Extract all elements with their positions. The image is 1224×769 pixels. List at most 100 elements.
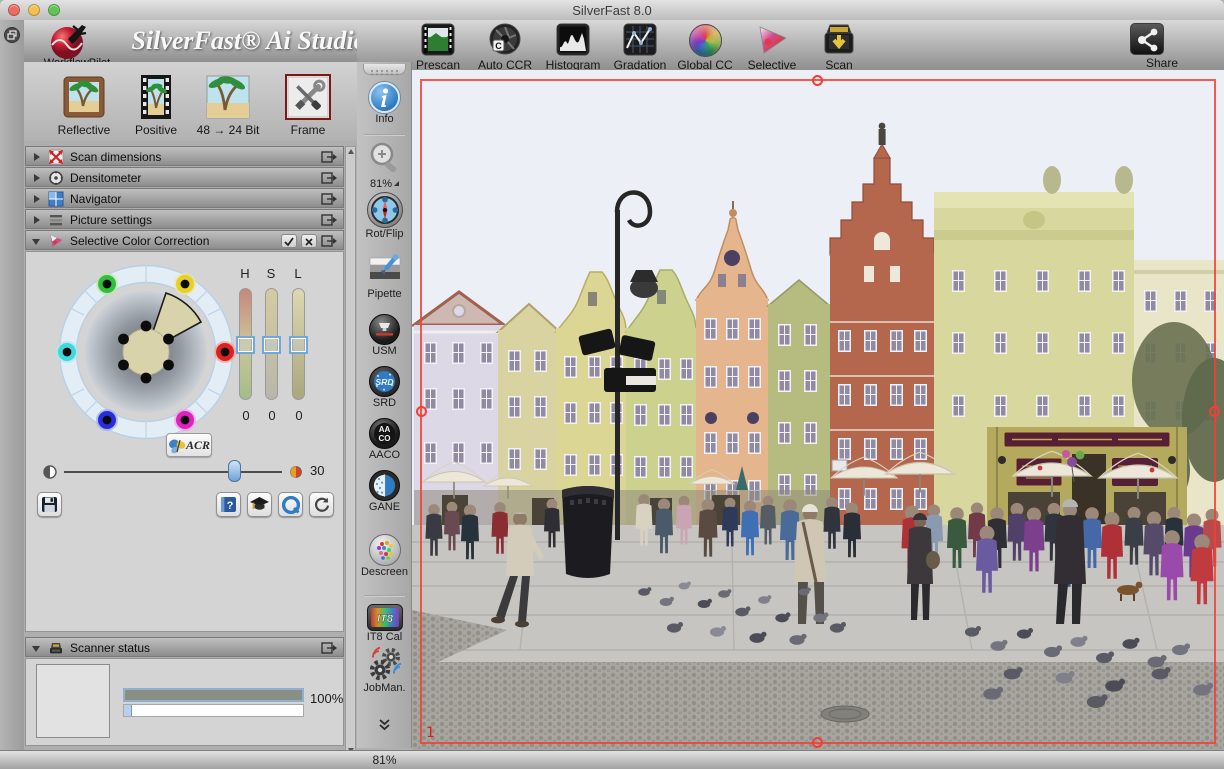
expand-more-chevron-icon[interactable]: [378, 718, 391, 731]
wheel-knob-red[interactable]: [214, 341, 236, 363]
silverfast-window: SilverFast 8.0 WorkflowPilot SilverFast®…: [0, 0, 1224, 769]
histogram-button[interactable]: Histogram: [540, 22, 606, 72]
scanner-status-icon: [48, 640, 64, 656]
bit-depth-button[interactable]: 48 → 24 Bit: [192, 74, 264, 137]
cancel-button[interactable]: [301, 234, 317, 248]
amount-slider-track[interactable]: [64, 471, 282, 473]
progress-bar-total: [123, 688, 304, 702]
scan-frame-handle-left[interactable]: [416, 406, 427, 417]
floppy-disk-icon: [41, 496, 58, 513]
tool-gane[interactable]: GANE: [357, 470, 412, 513]
reflective-button[interactable]: Reflective: [48, 74, 120, 137]
help-button[interactable]: ?: [216, 492, 241, 517]
progress-bar-total-fill: [125, 690, 302, 700]
prescan-button[interactable]: Prescan: [405, 22, 471, 72]
popout-icon[interactable]: [321, 151, 337, 163]
tool-usm[interactable]: USM: [357, 314, 412, 357]
frame-button[interactable]: Frame: [272, 74, 344, 137]
tool-srd[interactable]: SRD SRD: [357, 366, 412, 409]
scan-thumbnail: [36, 664, 110, 738]
tool-label: AACO: [357, 449, 412, 461]
workflow-pilot-icon: [48, 22, 92, 62]
positive-button[interactable]: Positive: [120, 74, 192, 137]
histogram-icon: [555, 23, 591, 57]
popout-icon[interactable]: [321, 642, 337, 654]
svg-text:CO: CO: [379, 434, 391, 443]
scan-frame[interactable]: 1: [420, 79, 1216, 744]
tool-it8[interactable]: IT8 IT8 Cal: [357, 604, 412, 643]
left-panel: Scan dimensions Densitometer Navigator P…: [24, 141, 357, 750]
share-label: Share: [1129, 56, 1195, 70]
picture-settings-icon: [48, 212, 64, 228]
amount-slider-handle[interactable]: [228, 460, 241, 482]
positive-label: Positive: [120, 123, 192, 137]
color-wheel[interactable]: [54, 260, 238, 444]
svg-text:SRD: SRD: [375, 377, 393, 387]
contrast-high-icon: [288, 464, 304, 480]
tool-zoom[interactable]: 81%: [357, 140, 412, 190]
share-button[interactable]: Share: [1129, 22, 1195, 70]
tool-label: IT8 Cal: [357, 631, 412, 643]
gradation-button[interactable]: Gradation: [607, 22, 673, 72]
reset-button[interactable]: [309, 492, 334, 517]
scroll-up-arrow-icon[interactable]: [348, 149, 354, 154]
scan-frame-handle-right[interactable]: [1209, 406, 1220, 417]
panel-header-scanner-status[interactable]: Scanner status: [25, 637, 344, 657]
toolbar-grip-handle[interactable]: [363, 64, 406, 75]
app-title: SilverFast® Ai Studio: [124, 26, 374, 56]
panel-header-picture-settings[interactable]: Picture settings: [25, 209, 344, 229]
saturation-slider-handle[interactable]: [262, 336, 281, 354]
scan-button[interactable]: Scan: [806, 22, 872, 72]
hue-slider-handle[interactable]: [236, 336, 255, 354]
wheel-knob-blue[interactable]: [96, 409, 118, 431]
popout-icon[interactable]: [321, 193, 337, 205]
wheel-knob-yellow[interactable]: [174, 273, 196, 295]
scan-frame-handle-bottom[interactable]: [812, 737, 823, 748]
panel-header-selective-cc[interactable]: Selective Color Correction: [25, 230, 344, 250]
tool-label: Pipette: [357, 288, 412, 300]
popout-icon[interactable]: [321, 172, 337, 184]
titlebar: SilverFast 8.0: [0, 0, 1224, 21]
tutorial-button[interactable]: [247, 492, 272, 517]
tool-rot-flip[interactable]: Rot/Flip: [357, 192, 412, 240]
preview-canvas[interactable]: 1: [412, 70, 1224, 750]
panel-collapse-button[interactable]: [4, 27, 20, 43]
apply-button[interactable]: [281, 234, 297, 248]
contrast-low-icon: [41, 463, 59, 481]
tool-info[interactable]: Info: [357, 82, 412, 125]
reflective-label: Reflective: [48, 123, 120, 137]
panel-header-scan-dimensions[interactable]: Scan dimensions: [25, 146, 344, 166]
acr-button[interactable]: ACR: [166, 433, 212, 457]
disclosure-triangle-icon: [34, 174, 40, 182]
lightness-slider[interactable]: [292, 288, 305, 400]
movie-button[interactable]: [278, 492, 303, 517]
disclosure-triangle-icon: [32, 239, 40, 245]
usm-projector-icon: [370, 315, 399, 344]
wheel-knob-cyan[interactable]: [56, 341, 78, 363]
popout-icon[interactable]: [321, 214, 337, 226]
tool-aaco[interactable]: AA CO AACO: [357, 418, 412, 461]
scan-frame-handle-top[interactable]: [812, 75, 823, 86]
lightness-slider-handle[interactable]: [289, 336, 308, 354]
panel-scrollbar[interactable]: [345, 146, 356, 756]
selective-cc-panel-body: H S L 0 0 0 ACR 3: [25, 251, 344, 632]
popout-icon[interactable]: [321, 235, 337, 247]
source-bar: Reflective Positive 48 → 24 Bit: [24, 62, 357, 142]
tool-pipette[interactable]: Pipette: [357, 252, 412, 300]
saturation-slider[interactable]: [265, 288, 278, 400]
global-cc-button[interactable]: Global CC: [672, 22, 738, 72]
wheel-knob-magenta[interactable]: [174, 409, 196, 431]
panel-header-densitometer[interactable]: Densitometer: [25, 167, 344, 187]
tool-label: JobMan.: [357, 682, 412, 694]
frame-label: Frame: [272, 123, 344, 137]
workflow-pilot-logo[interactable]: [48, 22, 88, 58]
hue-label: H: [235, 266, 255, 281]
hue-slider[interactable]: [239, 288, 252, 400]
save-preset-button[interactable]: [37, 492, 62, 517]
panel-header-navigator[interactable]: Navigator: [25, 188, 344, 208]
wheel-knob-green[interactable]: [96, 273, 118, 295]
auto-ccr-button[interactable]: C Auto CCR: [472, 22, 538, 72]
tool-descreen[interactable]: Descreen: [357, 534, 412, 578]
aaco-icon: AA CO: [370, 419, 399, 448]
tool-jobmanager[interactable]: JobMan.: [357, 646, 412, 694]
